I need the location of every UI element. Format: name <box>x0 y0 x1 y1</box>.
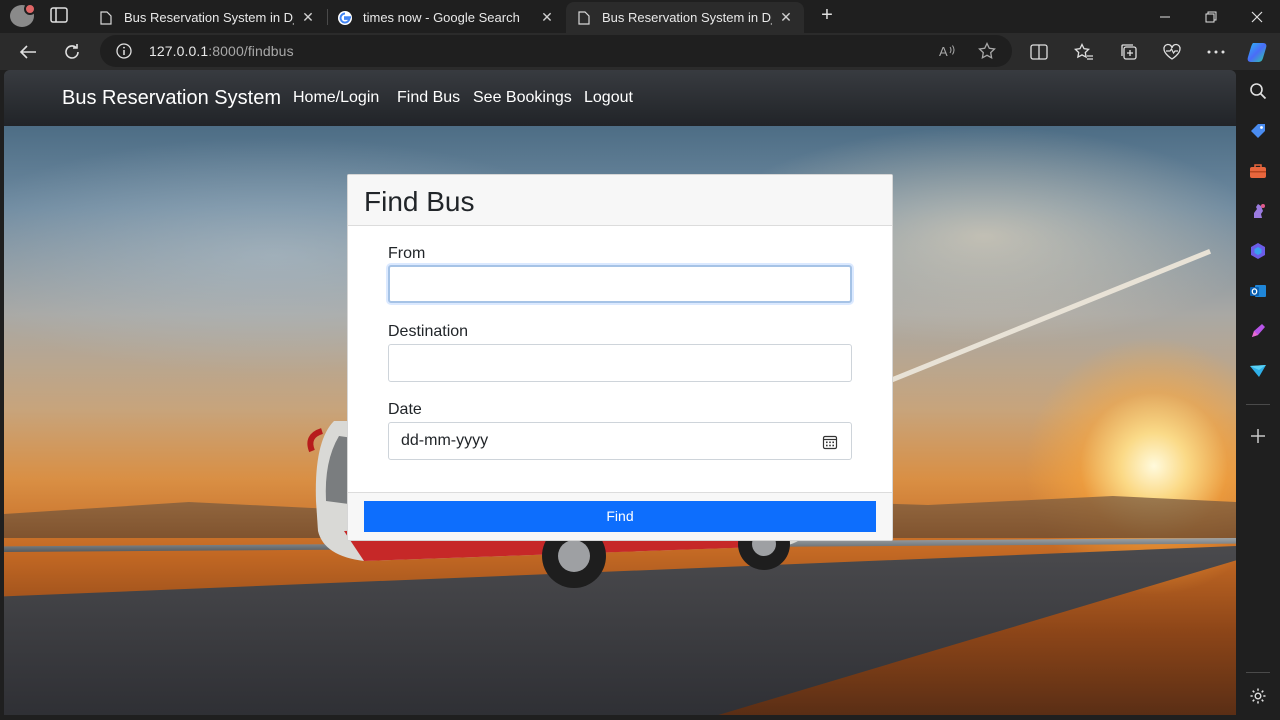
add-icon[interactable] <box>1248 426 1268 446</box>
minimize-icon[interactable] <box>1142 0 1188 33</box>
browser-essentials-icon[interactable] <box>1160 40 1184 64</box>
nav-link-home-login[interactable]: Home/Login <box>293 89 379 107</box>
copilot-icon[interactable] <box>1246 40 1270 64</box>
browser-toolbar: 127.0.0.1:8000/findbus A <box>0 33 1280 70</box>
more-options-icon[interactable] <box>1204 40 1228 64</box>
tab-title: Bus Reservation System in Django <box>602 10 772 25</box>
refresh-icon[interactable] <box>60 40 84 64</box>
sidebar-divider <box>1246 404 1270 405</box>
destination-label: Destination <box>388 323 469 340</box>
profile-avatar[interactable] <box>10 3 36 27</box>
designer-pen-icon[interactable] <box>1248 321 1268 341</box>
address-bar[interactable]: 127.0.0.1:8000/findbus A <box>100 35 1012 67</box>
tab-bus-reservation-2[interactable]: Bus Reservation System in Django ✕ <box>566 2 804 33</box>
favorite-star-icon[interactable] <box>975 39 999 63</box>
tab-actions-icon[interactable] <box>50 7 70 25</box>
site-brand[interactable]: Bus Reservation System <box>62 87 281 110</box>
find-button[interactable]: Find <box>364 501 876 532</box>
from-input[interactable] <box>388 265 852 303</box>
shopping-tag-icon[interactable] <box>1248 121 1268 141</box>
page-icon <box>576 10 592 26</box>
restore-icon[interactable] <box>1188 0 1234 33</box>
copilot-hex-icon[interactable] <box>1248 241 1268 261</box>
favorites-icon[interactable] <box>1072 40 1096 64</box>
nav-link-see-bookings[interactable]: See Bookings <box>473 89 572 107</box>
card-header: Find Bus <box>348 175 892 226</box>
nav-link-find-bus[interactable]: Find Bus <box>397 89 460 107</box>
close-tab-icon[interactable]: ✕ <box>539 9 555 26</box>
tools-briefcase-icon[interactable] <box>1248 161 1268 181</box>
tab-bus-reservation-1[interactable]: Bus Reservation System in Django ✕ <box>88 2 326 33</box>
back-icon[interactable] <box>16 40 40 64</box>
card-footer: Find <box>348 492 892 540</box>
from-label: From <box>388 245 426 262</box>
outlook-icon[interactable] <box>1248 281 1268 301</box>
date-label: Date <box>388 401 422 418</box>
sidebar-divider <box>1246 672 1270 673</box>
destination-input[interactable] <box>388 344 852 382</box>
page-icon <box>98 10 114 26</box>
date-placeholder: dd-mm-yyyy <box>401 432 489 449</box>
url-path: :8000/findbus <box>208 43 294 59</box>
url-text: 127.0.0.1:8000/findbus <box>149 43 294 59</box>
find-bus-card: Find Bus From Destination Date dd-mm-yyy… <box>347 174 893 541</box>
close-window-icon[interactable] <box>1234 0 1280 33</box>
search-icon[interactable] <box>1248 81 1268 101</box>
nav-link-logout[interactable]: Logout <box>584 89 633 107</box>
card-title: Find Bus <box>364 186 475 217</box>
settings-gear-icon[interactable] <box>1248 686 1268 706</box>
close-tab-icon[interactable]: ✕ <box>778 9 794 26</box>
svg-text:A: A <box>939 44 948 59</box>
games-chess-icon[interactable] <box>1248 201 1268 221</box>
browser-tab-bar: Bus Reservation System in Django ✕ times… <box>0 0 1280 33</box>
collections-icon[interactable] <box>1117 40 1141 64</box>
site-info-icon[interactable] <box>116 43 132 59</box>
read-aloud-icon[interactable]: A <box>935 39 959 63</box>
url-host: 127.0.0.1 <box>149 43 209 59</box>
tab-google-search[interactable]: times now - Google Search ✕ <box>327 2 565 33</box>
google-icon <box>337 10 353 26</box>
edge-sidebar <box>1236 70 1280 720</box>
date-input[interactable]: dd-mm-yyyy <box>388 422 852 460</box>
tab-title: times now - Google Search <box>363 10 520 25</box>
split-screen-icon[interactable] <box>1027 40 1051 64</box>
send-drop-icon[interactable] <box>1248 361 1268 381</box>
page-viewport: Bus Reservation System Home/Login Find B… <box>4 70 1236 715</box>
calendar-icon[interactable] <box>822 434 838 450</box>
new-tab-button[interactable]: + <box>816 5 838 27</box>
tab-title: Bus Reservation System in Django <box>124 10 294 25</box>
site-navbar: Bus Reservation System Home/Login Find B… <box>4 70 1236 126</box>
close-tab-icon[interactable]: ✕ <box>300 9 316 26</box>
